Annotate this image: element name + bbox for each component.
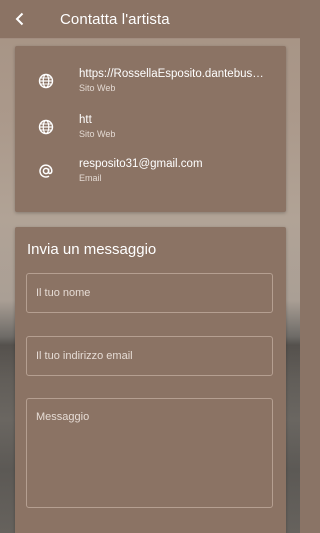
globe-icon — [37, 72, 55, 90]
send-message-card: Invia un messaggio — [15, 227, 286, 533]
contact-value: https://RossellaEsposito.dantebus… — [79, 68, 264, 80]
name-field[interactable] — [26, 273, 273, 313]
contact-label: Email — [79, 173, 102, 183]
message-field[interactable] — [26, 398, 273, 508]
contact-row-email[interactable]: resposito31@gmail.com Email — [15, 158, 286, 192]
contact-info-card: https://RossellaEsposito.dantebus… Sito … — [15, 46, 286, 212]
at-icon — [37, 162, 55, 180]
contact-value: resposito31@gmail.com — [79, 158, 203, 170]
contact-row-website[interactable]: https://RossellaEsposito.dantebus… Sito … — [15, 68, 286, 102]
top-app-bar: Contatta l'artista — [0, 0, 300, 39]
send-message-title: Invia un messaggio — [27, 241, 157, 258]
back-button[interactable] — [0, 0, 40, 38]
email-field[interactable] — [26, 336, 273, 376]
contact-label: Sito Web — [79, 83, 116, 93]
contact-row-website-2[interactable]: htt Sito Web — [15, 114, 286, 148]
chevron-left-icon — [15, 12, 24, 26]
page-title: Contatta l'artista — [60, 10, 170, 28]
contact-label: Sito Web — [79, 129, 116, 139]
globe-icon — [37, 118, 55, 136]
contact-value: htt — [79, 114, 92, 126]
